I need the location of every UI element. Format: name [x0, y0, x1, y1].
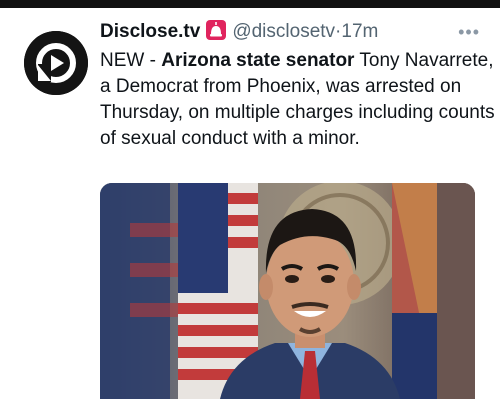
portrait-photo-icon [100, 183, 475, 399]
timestamp[interactable]: 17m [341, 21, 378, 42]
author-handle[interactable]: @disclosetv [232, 21, 335, 42]
author-name[interactable]: Disclose.tv [100, 21, 200, 42]
tweet-header: Disclose.tv @disclosetv·17m ••• [100, 20, 490, 48]
avatar[interactable] [24, 31, 88, 95]
more-horizontal-icon[interactable]: ••• [458, 22, 480, 43]
tweet-media[interactable] [100, 183, 475, 399]
disclose-logo-icon [24, 31, 88, 95]
tweet-text: NEW - Arizona state senator Tony Navarre… [100, 48, 495, 152]
tweet[interactable]: Disclose.tv @disclosetv·17m ••• NEW - Ari… [0, 8, 500, 399]
tweet-text-bold: Arizona state senator [161, 50, 355, 71]
tweet-text-prefix: NEW - [100, 50, 162, 71]
top-bar [0, 0, 500, 8]
siren-icon [206, 20, 227, 40]
